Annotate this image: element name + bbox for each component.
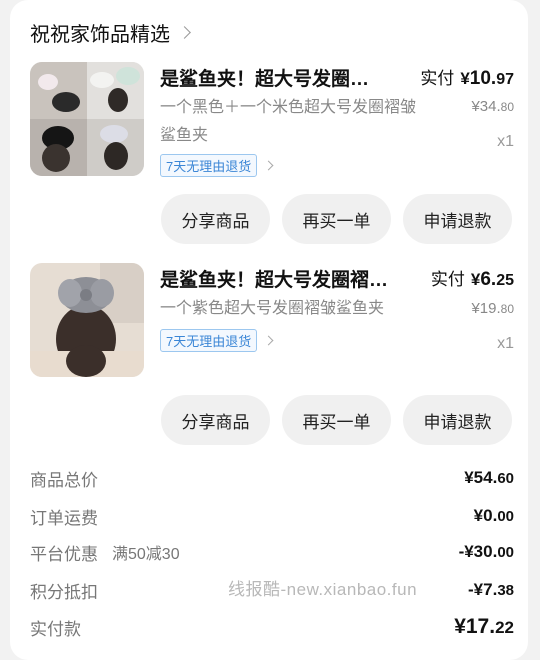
watermark: 线报酷-new.xianbao.fun xyxy=(228,580,418,599)
goods-total-int: ¥54. xyxy=(464,468,498,487)
discount-dec: 00 xyxy=(497,544,514,561)
product-thumbnail[interactable] xyxy=(30,62,144,176)
rebuy-button[interactable]: 再买一单 xyxy=(282,395,391,445)
paid-price-dec: 25 xyxy=(496,272,514,289)
return-policy-tag[interactable]: 7天无理由退货 xyxy=(160,329,274,352)
shipping-int: ¥0. xyxy=(473,506,498,525)
return-policy-tag[interactable]: 7天无理由退货 xyxy=(160,154,274,177)
shipping-dec: 00 xyxy=(497,508,514,525)
request-refund-button[interactable]: 申请退款 xyxy=(403,194,512,244)
order-card: 祝祝家饰品精选 是鲨鱼夹！超大号发圈… 实付 ¥10.97 一个黑色＋一个米色超… xyxy=(10,0,528,660)
product-spec: 一个紫色超大号发圈褶皱鲨鱼夹 xyxy=(160,300,385,317)
order-item[interactable]: 是鲨鱼夹！超大号发圈褶… 实付 ¥6.25 一个紫色超大号发圈褶皱鲨鱼夹 ¥19.… xyxy=(30,263,514,385)
goods-total-value: ¥54.60 xyxy=(464,468,514,488)
shipping-label: 订单运费 xyxy=(30,508,98,528)
return-policy-label: 7天无理由退货 xyxy=(160,154,258,177)
rebuy-button[interactable]: 再买一单 xyxy=(282,194,391,244)
quantity: x1 xyxy=(497,335,514,352)
points-deduction-label: 积分抵扣 xyxy=(30,582,98,602)
amount-paid-label: 实付款 xyxy=(30,619,81,639)
product-thumbnail[interactable] xyxy=(30,263,144,377)
original-price-dec: 80 xyxy=(500,302,514,316)
paid-price-dec: 97 xyxy=(496,71,514,88)
item-actions: 分享商品 再买一单 申请退款 xyxy=(161,395,512,445)
currency-symbol: ¥ xyxy=(470,270,481,289)
original-price: ¥19.80 xyxy=(471,300,514,317)
paid-price-int: 10. xyxy=(469,68,497,89)
paid-label: 实付 xyxy=(430,270,465,289)
product-spec: 一个黑色＋一个米色超大号发圈褶皱鲨鱼夹 xyxy=(160,99,417,144)
shop-name: 祝祝家饰品精选 xyxy=(30,23,170,46)
request-refund-button[interactable]: 申请退款 xyxy=(403,395,512,445)
points-dec: 38 xyxy=(497,582,514,599)
platform-discount-value: -¥30.00 xyxy=(459,542,514,562)
amount-paid-row: 实付款 ¥17.22 xyxy=(30,612,514,642)
amount-paid-value: ¥17.22 xyxy=(454,615,514,639)
share-product-button[interactable]: 分享商品 xyxy=(161,194,270,244)
share-product-button[interactable]: 分享商品 xyxy=(161,395,270,445)
return-policy-label: 7天无理由退货 xyxy=(160,329,258,352)
goods-total-dec: 60 xyxy=(497,470,514,487)
currency-symbol: ¥ xyxy=(460,69,470,88)
paid-int: ¥17. xyxy=(454,615,496,638)
points-deduction-value: -¥7.38 xyxy=(468,580,514,600)
chevron-right-icon xyxy=(178,26,191,39)
paid-dec: 22 xyxy=(495,618,514,637)
product-title[interactable]: 是鲨鱼夹！超大号发圈褶… xyxy=(160,265,404,292)
shop-header[interactable]: 祝祝家饰品精选 xyxy=(30,18,191,46)
shipping-value: ¥0.00 xyxy=(474,506,514,526)
goods-total-row: 商品总价 ¥54.60 xyxy=(30,463,514,493)
paid-price-int: 6. xyxy=(480,269,497,290)
platform-discount-row: 平台优惠 满50减30 -¥30.00 xyxy=(30,537,514,567)
product-title[interactable]: 是鲨鱼夹！超大号发圈… xyxy=(160,64,380,91)
shipping-row: 订单运费 ¥0.00 xyxy=(30,501,514,531)
paid-label: 实付 xyxy=(420,69,455,88)
original-price: ¥34.80 xyxy=(471,98,514,115)
order-item[interactable]: 是鲨鱼夹！超大号发圈… 实付 ¥10.97 一个黑色＋一个米色超大号发圈褶皱鲨鱼夹… xyxy=(30,62,514,184)
goods-total-label: 商品总价 xyxy=(30,470,98,490)
discount-int: -¥30. xyxy=(458,542,498,561)
original-price-int: ¥19. xyxy=(471,300,501,317)
chevron-right-icon xyxy=(263,335,274,346)
quantity: x1 xyxy=(497,133,514,150)
paid-price: 实付 ¥6.25 xyxy=(431,265,514,291)
points-int: -¥7. xyxy=(468,580,498,599)
paid-price: 实付 ¥10.97 xyxy=(420,64,514,90)
discount-rule: 满50减30 xyxy=(112,546,180,563)
item-actions: 分享商品 再买一单 申请退款 xyxy=(161,194,512,244)
platform-discount-label: 平台优惠 xyxy=(30,544,98,564)
original-price-int: ¥34. xyxy=(471,98,501,115)
original-price-dec: 80 xyxy=(500,100,514,114)
chevron-right-icon xyxy=(263,160,274,171)
